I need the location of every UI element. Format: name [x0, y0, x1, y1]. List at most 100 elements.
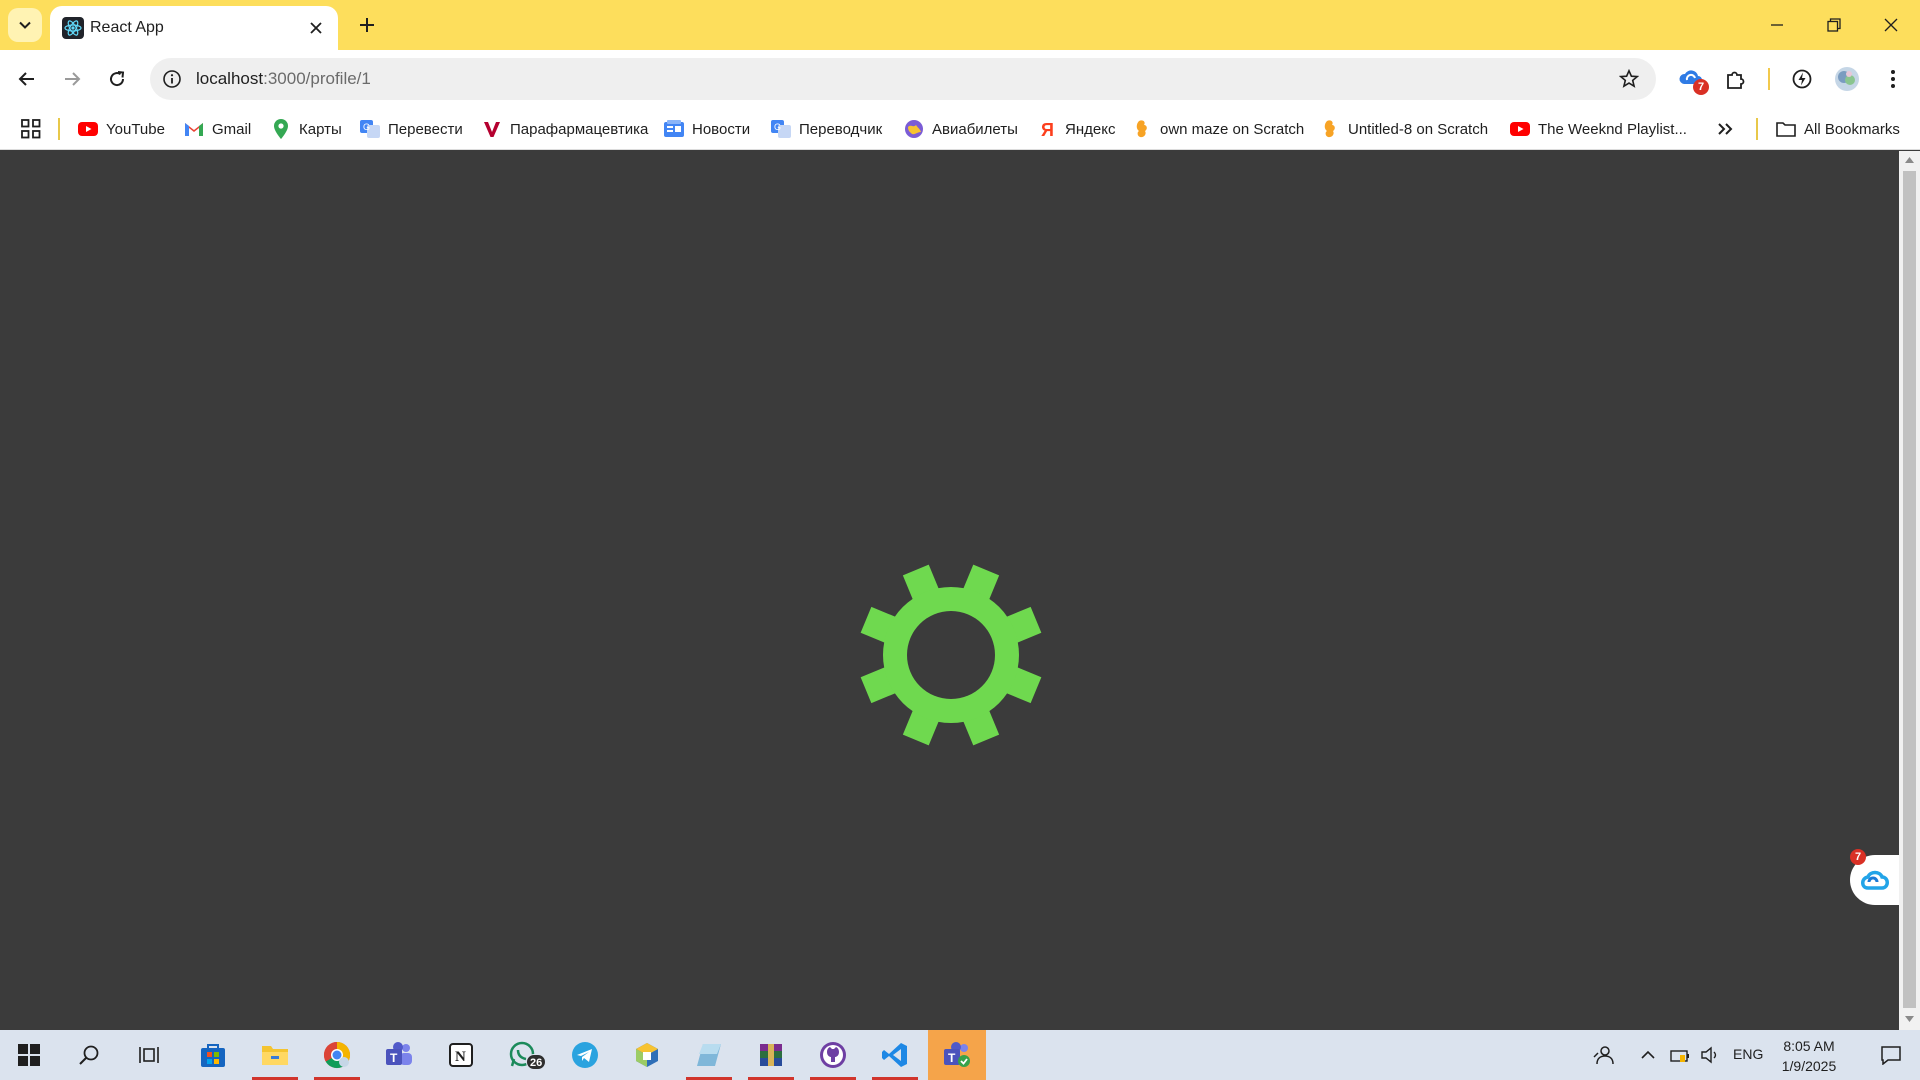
youtube-icon [1510, 119, 1530, 139]
taskbar-vscode[interactable] [866, 1030, 924, 1080]
taskbar-search-button[interactable] [60, 1030, 118, 1080]
teams-icon: T [944, 1042, 970, 1067]
taskbar-app-notes[interactable] [680, 1030, 738, 1080]
tray-volume-button[interactable] [1694, 1030, 1726, 1080]
bookmarks-divider [1756, 118, 1758, 140]
bookmarks-divider [58, 118, 60, 140]
tray-overflow-button[interactable] [1632, 1030, 1664, 1080]
task-view-button[interactable] [120, 1030, 178, 1080]
site-info-icon[interactable] [160, 67, 184, 91]
taskbar-chrome[interactable] [308, 1030, 366, 1080]
bookmark-label: Парафармацевтика [510, 120, 649, 138]
vertical-scrollbar[interactable] [1899, 151, 1920, 1030]
apps-grid-icon [21, 119, 41, 139]
tray-network-button[interactable] [1664, 1030, 1696, 1080]
tab-search-button[interactable] [8, 8, 42, 42]
taskbar-winrar[interactable] [742, 1030, 800, 1080]
browser-menu-button[interactable] [1874, 60, 1912, 98]
taskbar-notion[interactable]: N [432, 1030, 490, 1080]
tray-people-button[interactable] [1575, 1030, 1633, 1080]
tray-clock[interactable]: 8:05 AM 1/9/2025 [1764, 1036, 1854, 1076]
bookmark-news[interactable]: Новости [664, 117, 750, 141]
bookmark-star-button[interactable] [1616, 66, 1642, 92]
speed-icon [1792, 69, 1812, 89]
extension-copilot-button[interactable]: 7 [1672, 60, 1710, 98]
performance-button[interactable] [1783, 60, 1821, 98]
all-bookmarks-label: All Bookmarks [1804, 120, 1900, 138]
tab-strip: React App [0, 0, 1920, 50]
bookmark-maps[interactable]: Карты [271, 117, 342, 141]
reload-button[interactable] [98, 60, 136, 98]
forward-button[interactable] [53, 60, 91, 98]
chrome-icon [323, 1041, 351, 1069]
address-bar[interactable]: localhost:3000/profile/1 [150, 58, 1656, 100]
more-bookmarks-button[interactable] [1717, 117, 1733, 141]
chevron-double-right-icon [1718, 123, 1733, 135]
scroll-up-arrow-icon[interactable] [1904, 155, 1915, 165]
all-bookmarks-button[interactable]: All Bookmarks [1776, 117, 1900, 141]
taskbar-virtualbox[interactable] [618, 1030, 676, 1080]
apps-button[interactable] [20, 117, 42, 141]
action-center-button[interactable] [1862, 1030, 1920, 1080]
reload-icon [110, 71, 125, 87]
taskbar-teams-active[interactable]: T [928, 1030, 986, 1080]
scrollbar-thumb[interactable] [1903, 171, 1916, 1008]
new-tab-button[interactable] [350, 8, 384, 42]
arrow-left-icon [18, 72, 34, 86]
bookmark-label: The Weeknd Playlist... [1538, 120, 1687, 138]
vscode-icon [882, 1043, 907, 1067]
floating-assistant-button[interactable]: 7 [1850, 849, 1900, 905]
tray-language[interactable]: ENG [1733, 1046, 1763, 1062]
bookmark-label: Новости [692, 120, 751, 138]
scroll-down-arrow-icon[interactable] [1904, 1014, 1915, 1024]
browser-tab-active[interactable]: React App [50, 6, 338, 50]
bookmark-untitled-8[interactable]: Untitled-8 on Scratch [1320, 117, 1488, 141]
svg-text:T: T [948, 1051, 956, 1065]
bookmark-translator[interactable]: G Переводчик [771, 117, 882, 141]
extensions-button[interactable] [1717, 60, 1755, 98]
bookmark-parafarm[interactable]: Парафармацевтика [482, 117, 648, 141]
windows-logo-icon [18, 1044, 40, 1066]
taskbar-microsoft-store[interactable] [184, 1030, 242, 1080]
arrow-right-icon [65, 72, 81, 86]
taskbar-github-desktop[interactable] [804, 1030, 862, 1080]
battery-network-icon [1670, 1050, 1689, 1062]
translate-icon: G [771, 119, 791, 139]
maps-icon [271, 119, 291, 139]
youtube-icon [78, 119, 98, 139]
taskbar-file-explorer[interactable] [246, 1030, 304, 1080]
scratch-icon [1132, 119, 1152, 139]
globe-icon [904, 119, 924, 139]
url-text[interactable]: localhost:3000/profile/1 [196, 69, 371, 89]
bookmark-weeknd-playlist[interactable]: The Weeknd Playlist... [1510, 117, 1687, 141]
bookmark-youtube[interactable]: YouTube [78, 117, 165, 141]
taskbar-teams[interactable]: T [370, 1030, 428, 1080]
start-button[interactable] [0, 1030, 58, 1080]
minimize-icon [1771, 24, 1783, 26]
v-logo-icon [482, 119, 502, 139]
whatsapp-badge: 26 [526, 1054, 547, 1070]
bookmark-gmail[interactable]: Gmail [184, 117, 251, 141]
bookmark-yandex[interactable]: Я Яндекс [1037, 117, 1115, 141]
bookmark-own-maze[interactable]: own maze on Scratch [1132, 117, 1304, 141]
bookmark-translate[interactable]: G Перевести [360, 117, 463, 141]
restore-button[interactable] [1805, 0, 1863, 50]
back-button[interactable] [8, 60, 46, 98]
react-logo-icon [62, 17, 84, 39]
telegram-icon [572, 1042, 598, 1068]
taskbar-telegram[interactable] [556, 1030, 614, 1080]
tab-title: React App [90, 19, 164, 36]
archive-icon [760, 1044, 782, 1066]
tab-close-button[interactable] [302, 14, 330, 42]
close-window-button[interactable] [1862, 0, 1920, 50]
note-icon [697, 1044, 721, 1066]
minimize-button[interactable] [1748, 0, 1806, 50]
scratch-icon [1320, 119, 1340, 139]
bookmark-flights[interactable]: Авиабилеты [904, 117, 1018, 141]
clock-date: 1/9/2025 [1781, 1058, 1837, 1074]
volume-icon [1701, 1046, 1717, 1064]
chevron-up-icon [1641, 1050, 1655, 1059]
taskbar-whatsapp[interactable]: 26 [494, 1030, 552, 1080]
profile-button[interactable] [1828, 60, 1866, 98]
teams-icon: T [386, 1042, 412, 1065]
